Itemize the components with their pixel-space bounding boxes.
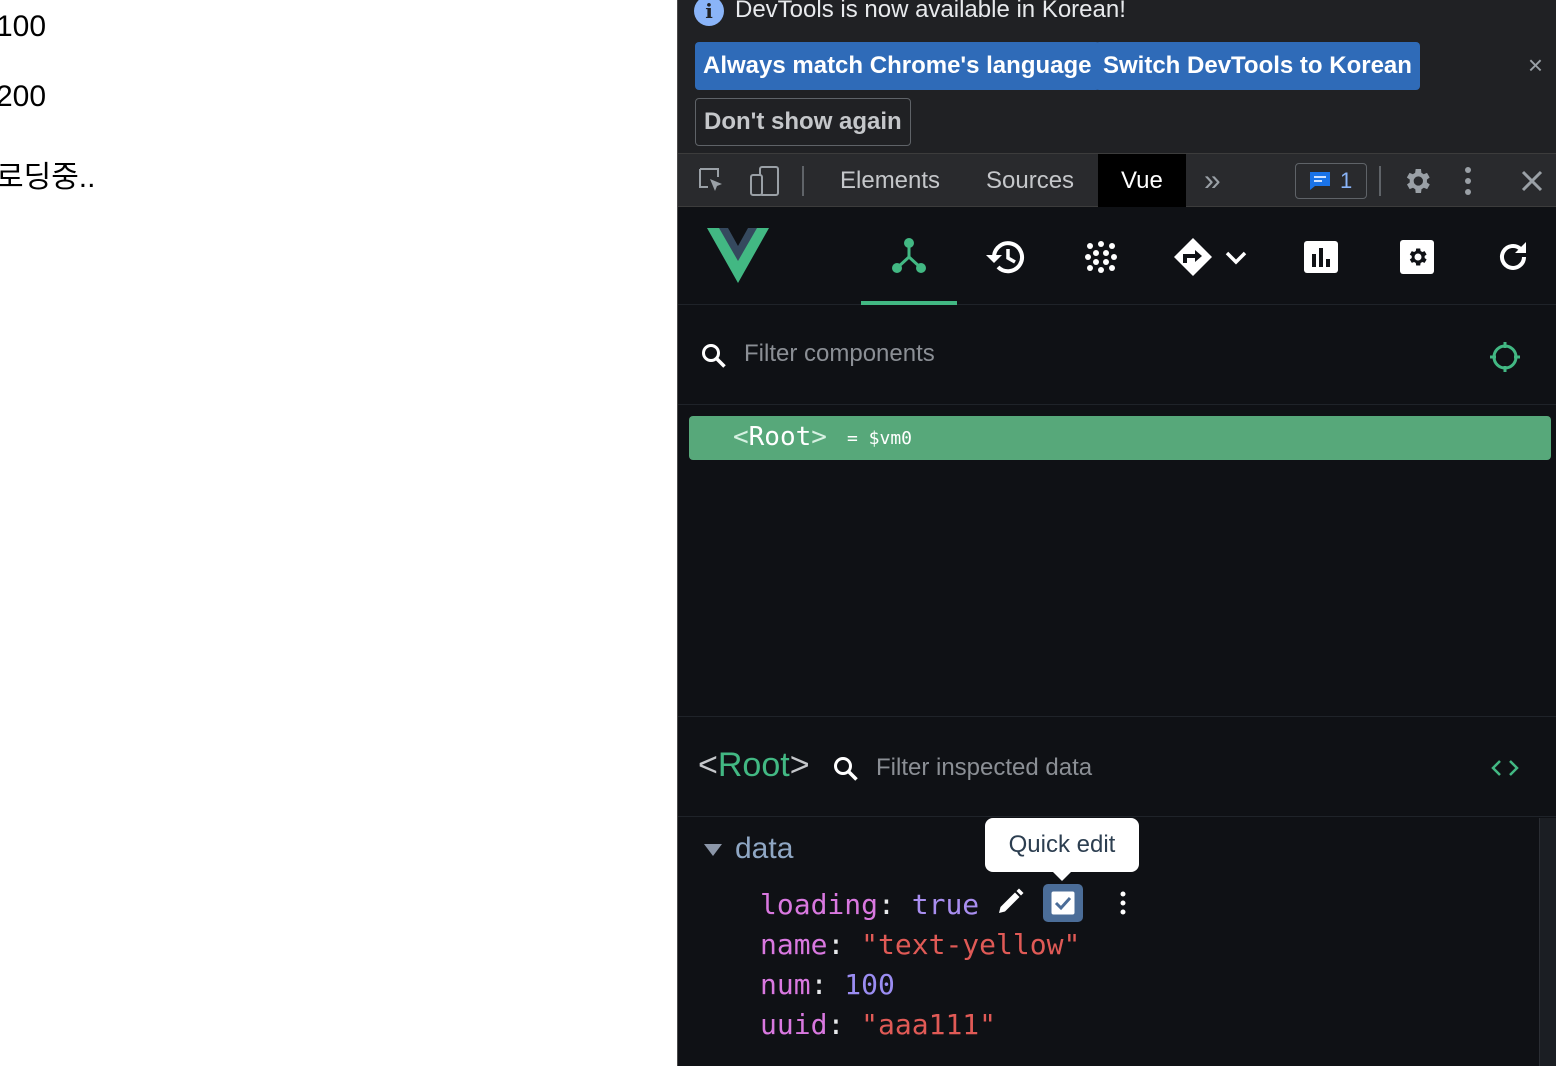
toolbar-separator — [1379, 166, 1381, 196]
prop-uuid[interactable]: uuid: "aaa111" — [760, 1008, 996, 1041]
vm-reference: = $vm0 — [847, 428, 913, 449]
inspector-state: data loading: true Quick edit name: "tex… — [678, 818, 1540, 1066]
pencil-icon[interactable] — [996, 888, 1024, 916]
vue-devtools-nav — [678, 208, 1556, 305]
inspect-element-icon[interactable] — [697, 166, 727, 196]
issues-badge[interactable]: 1 — [1295, 163, 1367, 199]
history-icon — [986, 240, 1024, 273]
root-tag: <Root> — [733, 422, 827, 452]
tab-elements[interactable]: Elements — [820, 154, 960, 207]
language-infobar: i DevTools is now available in Korean! A… — [678, 0, 1556, 153]
more-options-icon[interactable] — [1463, 166, 1473, 196]
select-component-target-icon[interactable] — [1489, 341, 1521, 373]
page-text-num2: 200 — [0, 80, 47, 113]
tab-components[interactable] — [861, 208, 957, 305]
component-tree: <Root> = $vm0 — [678, 406, 1556, 717]
devtools-panel: i DevTools is now available in Korean! A… — [677, 0, 1556, 1066]
scrollbar[interactable] — [1539, 818, 1556, 1066]
issues-count: 1 — [1340, 168, 1353, 193]
dont-show-again-button[interactable]: Don't show again — [695, 98, 911, 146]
refresh-button[interactable] — [1465, 208, 1556, 305]
refresh-icon — [1500, 241, 1526, 270]
more-tabs-icon[interactable]: » — [1184, 154, 1241, 207]
device-toolbar-icon[interactable] — [748, 164, 782, 198]
close-devtools-icon[interactable] — [1520, 169, 1544, 193]
code-icon[interactable] — [1490, 758, 1520, 778]
switch-to-korean-button[interactable]: Switch DevTools to Korean — [1095, 42, 1420, 90]
infobar-message: DevTools is now available in Korean! — [735, 0, 1126, 23]
prop-name[interactable]: name: "text-yellow" — [760, 928, 1080, 961]
filter-inspected-data-input[interactable] — [876, 754, 1476, 782]
tab-pinia[interactable] — [1053, 208, 1149, 305]
page-text-num: 100 — [0, 10, 47, 43]
toolbar-separator — [802, 166, 804, 196]
web-page: 100 200 로딩중.. — [0, 0, 677, 1066]
prop-loading[interactable]: loading: true — [760, 888, 979, 921]
chevron-down-icon[interactable] — [1223, 247, 1249, 267]
close-infobar-icon[interactable]: × — [1528, 50, 1543, 81]
components-tree-icon — [892, 237, 926, 273]
devtools-toolbar: Elements Sources Vue » 1 — [678, 153, 1556, 207]
settings-icon — [1400, 239, 1434, 274]
tree-item-root[interactable]: <Root> = $vm0 — [689, 416, 1551, 460]
tab-vue[interactable]: Vue — [1098, 154, 1186, 207]
more-actions-icon[interactable] — [1118, 890, 1128, 916]
info-icon: i — [694, 0, 724, 26]
section-data-label[interactable]: data — [735, 832, 793, 866]
checkbox-checked-icon — [1051, 891, 1075, 915]
quick-edit-tooltip: Quick edit — [985, 818, 1139, 881]
prop-num[interactable]: num: 100 — [760, 968, 895, 1001]
message-icon — [1310, 172, 1330, 190]
tab-routes[interactable] — [1161, 208, 1261, 305]
gear-icon[interactable] — [1401, 165, 1433, 197]
inspected-component-title: <Root> — [698, 746, 810, 784]
collapse-arrow-icon[interactable] — [704, 844, 722, 856]
search-icon — [834, 757, 858, 781]
page-text-loading: 로딩중.. — [0, 161, 96, 194]
tab-performance[interactable] — [1273, 208, 1369, 305]
inspector-header: <Root> — [678, 718, 1556, 817]
quick-edit-checkbox-button[interactable] — [1043, 884, 1083, 922]
tab-vue-settings[interactable] — [1369, 208, 1465, 305]
component-filter-bar — [678, 306, 1556, 405]
search-icon — [702, 344, 726, 368]
bar-chart-icon — [1304, 240, 1338, 273]
tab-timeline[interactable] — [957, 208, 1053, 305]
filter-components-input[interactable] — [744, 340, 1444, 368]
dots-grid-icon — [1085, 240, 1117, 273]
tab-sources[interactable]: Sources — [966, 154, 1094, 207]
always-match-language-button[interactable]: Always match Chrome's language — [695, 42, 1100, 90]
route-icon — [1174, 237, 1212, 276]
vue-logo-icon — [707, 228, 769, 283]
